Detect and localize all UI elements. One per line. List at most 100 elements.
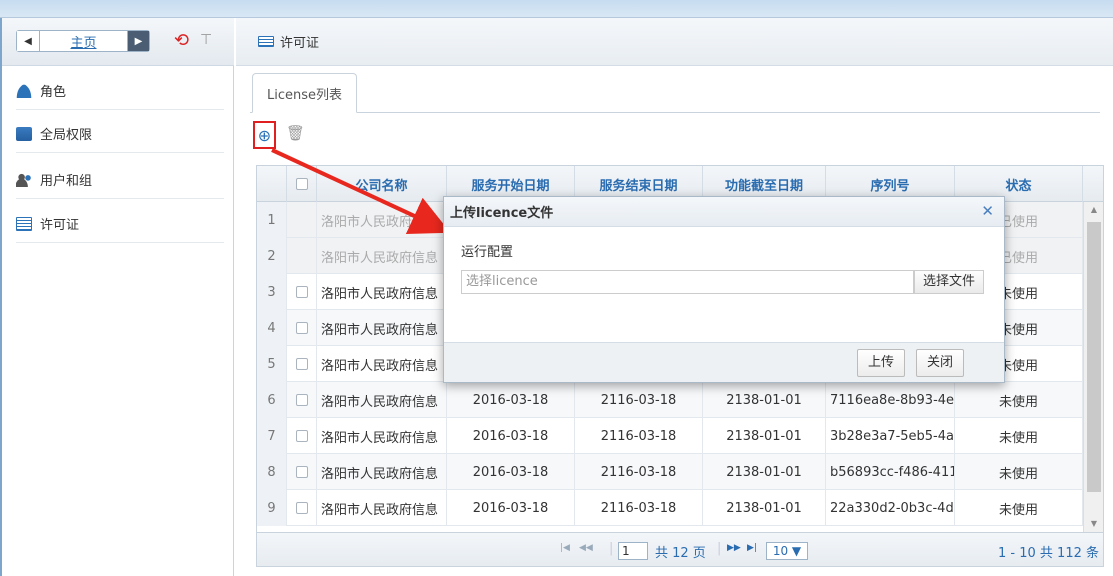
cell-num: 3 — [257, 274, 287, 310]
cell-status: 未使用 — [955, 454, 1083, 490]
dialog-title: 上传licence文件 — [450, 206, 554, 221]
cell-cutoff: 2138-01-01 — [703, 418, 826, 454]
header-company[interactable]: 公司名称 — [317, 166, 447, 202]
cell-cutoff: 2138-01-01 — [703, 490, 826, 526]
cell-status: 未使用 — [955, 382, 1083, 418]
cell-company: 洛阳市人民政府信息 — [317, 454, 447, 490]
trash-icon: 🗑 — [286, 124, 306, 142]
add-button[interactable]: ⊕ — [253, 121, 276, 149]
upload-button[interactable]: 上传 — [857, 349, 905, 377]
choose-file-button[interactable]: 选择文件 — [914, 270, 984, 294]
sidebar-item-label: 许可证 — [40, 218, 80, 233]
last-page-icon[interactable]: ▶| — [747, 543, 757, 553]
row-checkbox[interactable] — [295, 394, 308, 406]
table-scrollbar[interactable]: ▲ ▼ — [1083, 202, 1103, 532]
row-select-cell[interactable] — [287, 346, 317, 382]
cell-status: 未使用 — [955, 418, 1083, 454]
row-select-cell[interactable] — [287, 274, 317, 310]
page-header: 许可证 — [236, 18, 1113, 66]
cell-company: 洛阳市人民政府信息 — [317, 346, 447, 382]
row-select-cell[interactable] — [287, 418, 317, 454]
row-checkbox[interactable] — [295, 358, 308, 370]
sidebar-item-label: 全局权限 — [40, 128, 93, 143]
cell-serial: 7116ea8e-8b93-4e4 — [826, 382, 955, 418]
cell-num: 9 — [257, 490, 287, 526]
cell-company: 洛阳市人民政府信息 — [317, 274, 447, 310]
table-row[interactable]: 9 洛阳市人民政府信息 2016-03-18 2116-03-18 2138-01-01… — [257, 490, 1083, 526]
cell-cutoff: 2138-01-01 — [703, 454, 826, 490]
cell-end: 2116-03-18 — [575, 454, 703, 490]
row-checkbox[interactable] — [295, 430, 308, 442]
cell-num: 5 — [257, 346, 287, 382]
prev-page-icon[interactable]: ◀◀ — [579, 543, 593, 553]
cell-start: 2016-03-18 — [447, 418, 575, 454]
header-select-all[interactable] — [287, 166, 317, 202]
next-page-icon[interactable]: ▶▶ — [727, 543, 741, 553]
cell-status: 未使用 — [955, 490, 1083, 526]
cell-cutoff: 2138-01-01 — [703, 382, 826, 418]
license-icon — [258, 36, 274, 47]
nav-history-group: ◀ 主页 ▶ — [16, 30, 150, 52]
licence-file-input[interactable]: 选择licence — [461, 270, 914, 294]
first-page-icon[interactable]: |◀ — [560, 543, 570, 553]
cell-company: 洛阳市人民政府信息 — [317, 418, 447, 454]
row-checkbox[interactable] — [295, 286, 308, 298]
nav-home-link[interactable]: 主页 — [39, 31, 127, 51]
cell-num: 2 — [257, 238, 287, 274]
user-icon — [16, 83, 32, 98]
row-select-cell[interactable] — [287, 202, 317, 238]
page-number-input[interactable]: 1 — [618, 542, 648, 560]
dialog-footer: 上传 关闭 — [444, 342, 1004, 382]
row-select-cell[interactable] — [287, 382, 317, 418]
scroll-down-icon[interactable]: ▼ — [1084, 516, 1103, 532]
row-select-cell[interactable] — [287, 238, 317, 274]
sidebar-item-roles[interactable]: 角色 — [16, 72, 224, 110]
sidebar-item-global-permissions[interactable]: 全局权限 — [16, 115, 224, 153]
page-size-select[interactable]: 10 ▼ — [766, 542, 808, 560]
sidebar-item-label: 用户和组 — [40, 174, 93, 189]
cell-serial: b56893cc-f486-4112 — [826, 454, 955, 490]
select-all-checkbox[interactable] — [295, 178, 308, 190]
history-icon[interactable]: ⟲ — [174, 31, 194, 51]
cell-num: 4 — [257, 310, 287, 346]
cell-company: 洛阳市人民政府信息 — [317, 382, 447, 418]
sidebar-header: ◀ 主页 ▶ ⟲ ⊤ — [2, 18, 234, 66]
total-pages-label: 共 12 页 — [655, 546, 706, 561]
cell-end: 2116-03-18 — [575, 490, 703, 526]
sidebar-item-license[interactable]: 许可证 — [16, 205, 224, 243]
sidebar-item-users-groups[interactable]: 用户和组 — [16, 161, 224, 199]
cell-start: 2016-03-18 — [447, 454, 575, 490]
nav-back-icon[interactable]: ◀ — [17, 31, 39, 51]
license-icon — [16, 216, 32, 231]
cell-serial: 3b28e3a7-5eb5-4a6 — [826, 418, 955, 454]
row-select-cell[interactable] — [287, 490, 317, 526]
plus-circle-icon: ⊕ — [257, 125, 272, 145]
pin-icon[interactable]: ⊤ — [200, 30, 214, 50]
cell-num: 6 — [257, 382, 287, 418]
table-row[interactable]: 6 洛阳市人民政府信息 2016-03-18 2116-03-18 2138-01-01… — [257, 382, 1083, 418]
tab-license-list[interactable]: License列表 — [252, 73, 358, 113]
scroll-thumb[interactable] — [1087, 222, 1101, 492]
row-select-cell[interactable] — [287, 454, 317, 490]
row-checkbox[interactable] — [295, 466, 308, 478]
delete-button[interactable]: 🗑 — [286, 124, 305, 142]
cell-end: 2116-03-18 — [575, 382, 703, 418]
window-top-bar — [0, 0, 1113, 18]
pager: |◀ ◀◀ | 1 共 12 页 | ▶▶ ▶| 10 ▼ 1 - 10 共 1… — [257, 532, 1103, 566]
cell-company: 洛阳市人民政府信息 — [317, 490, 447, 526]
table-row[interactable]: 7 洛阳市人民政府信息 2016-03-18 2116-03-18 2138-01-01… — [257, 418, 1083, 454]
close-button[interactable]: 关闭 — [916, 349, 964, 377]
run-config-label: 运行配置 — [461, 245, 514, 260]
nav-forward-icon[interactable]: ▶ — [127, 31, 149, 51]
table-row[interactable]: 8 洛阳市人民政府信息 2016-03-18 2116-03-18 2138-01-01… — [257, 454, 1083, 490]
cell-start: 2016-03-18 — [447, 382, 575, 418]
scroll-up-icon[interactable]: ▲ — [1084, 202, 1103, 218]
close-icon[interactable]: ✕ — [981, 202, 994, 220]
upload-licence-dialog: 上传licence文件 ✕ 运行配置 选择licence 选择文件 上传 关闭 — [443, 196, 1005, 383]
row-checkbox[interactable] — [295, 322, 308, 334]
cell-num: 8 — [257, 454, 287, 490]
row-select-cell[interactable] — [287, 310, 317, 346]
row-checkbox[interactable] — [295, 502, 308, 514]
cell-start: 2016-03-18 — [447, 490, 575, 526]
cell-company: 洛阳市人民政府信息 — [317, 238, 447, 274]
